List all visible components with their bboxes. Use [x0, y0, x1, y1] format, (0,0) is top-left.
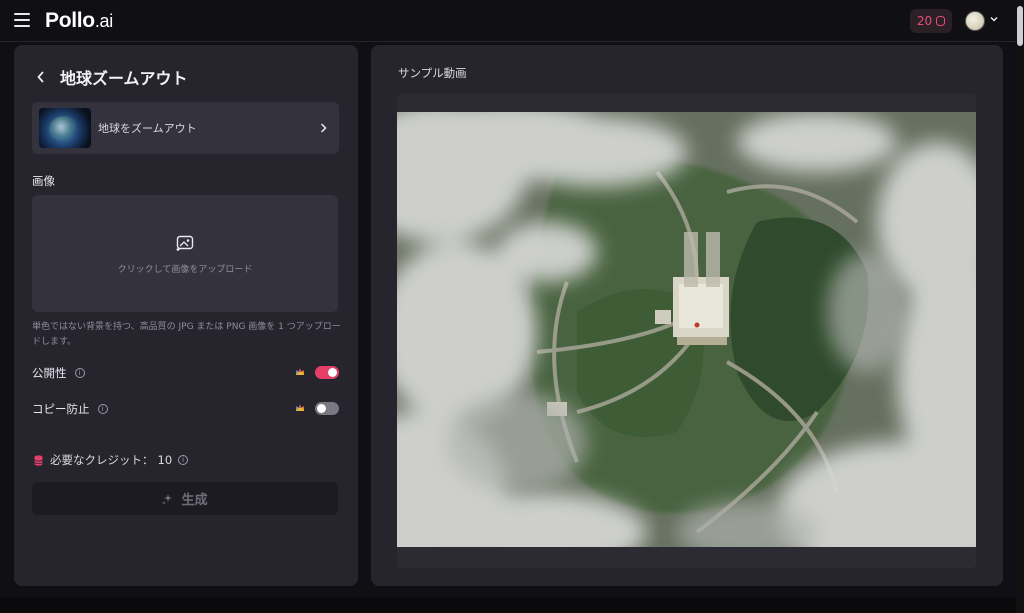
coin-icon — [936, 16, 946, 26]
image-upload-icon — [176, 235, 194, 251]
crown-icon — [296, 368, 304, 375]
credits-badge[interactable]: 20 — [910, 9, 952, 33]
info-icon[interactable]: i — [178, 455, 189, 465]
credits-value: 10 — [157, 453, 173, 467]
chevron-right-icon — [320, 123, 327, 133]
credits-count: 20 — [916, 14, 933, 28]
page-title: 地球ズームアウト — [60, 69, 188, 88]
chevron-left-icon — [37, 71, 44, 83]
scrollbar-track[interactable] — [1016, 0, 1024, 613]
bottom-bar — [0, 597, 1016, 613]
database-icon — [34, 454, 43, 466]
image-upload-area[interactable]: クリックして画像をアップロード — [32, 195, 338, 312]
avatar[interactable] — [965, 11, 985, 31]
crown-icon — [296, 404, 304, 411]
credits-label: 必要なクレジット： — [50, 453, 154, 467]
copy-protect-label: コピー防止 — [32, 402, 90, 416]
logo-suffix: .ai — [94, 11, 113, 31]
sparkle-icon — [162, 494, 173, 504]
back-button[interactable]: 地球ズームアウト — [36, 65, 188, 89]
sample-video-label: サンプル動画 — [398, 66, 467, 80]
upload-hint: 単色ではない背景を持つ、高品質の JPG または PNG 画像を 1 つアップロ… — [32, 322, 341, 347]
aerial-footage — [397, 112, 976, 547]
template-label: 地球をズームアウト — [98, 122, 197, 135]
image-section-label: 画像 — [32, 174, 55, 188]
copy-protect-toggle[interactable] — [315, 402, 339, 415]
public-label: 公開性 — [32, 366, 67, 380]
hamburger-menu-icon[interactable] — [14, 13, 30, 27]
video-player[interactable] — [397, 94, 976, 568]
sample-video[interactable] — [397, 112, 976, 547]
info-icon[interactable]: i — [97, 404, 108, 414]
required-credits: 必要なクレジット： 10 i — [34, 452, 189, 468]
public-setting: 公開性 i — [32, 364, 339, 382]
chevron-down-icon[interactable] — [989, 14, 999, 24]
generate-button[interactable]: 生成 — [32, 482, 338, 515]
copy-protect-setting: コピー防止 i — [32, 400, 339, 418]
info-icon[interactable]: i — [74, 368, 85, 378]
logo-main: Pollo — [45, 9, 95, 32]
upload-instruction: クリックして画像をアップロード — [117, 265, 253, 275]
top-bar: Pollo.ai 20 — [0, 0, 1024, 42]
preview-panel: サンプル動画 — [371, 45, 1003, 586]
settings-panel: 地球ズームアウト 地球をズームアウト 画像 クリックして画像をアップロード 単色… — [14, 45, 358, 586]
public-toggle[interactable] — [315, 366, 339, 379]
generate-label: 生成 — [181, 493, 208, 508]
template-selector[interactable]: 地球をズームアウト — [32, 102, 339, 154]
earth-thumbnail — [39, 108, 91, 148]
scrollbar-thumb[interactable] — [1017, 6, 1023, 46]
logo[interactable]: Pollo.ai — [45, 9, 113, 33]
